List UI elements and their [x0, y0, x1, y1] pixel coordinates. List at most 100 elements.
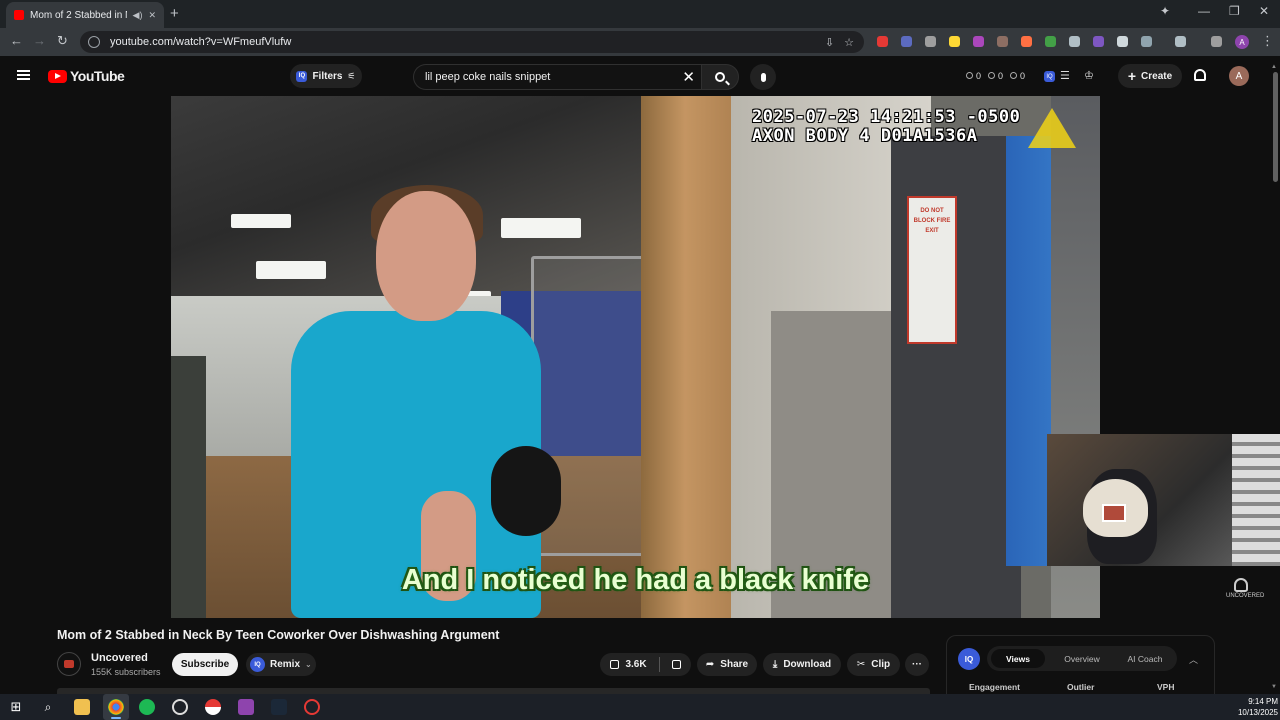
chevron-up-icon[interactable]: ︿: [1189, 653, 1198, 666]
windows-taskbar: [0, 694, 1280, 720]
forward-icon[interactable]: →: [33, 33, 46, 48]
camera-id-line: AXON BODY 4 D01A1536A: [752, 126, 978, 146]
search-query[interactable]: lil peep coke nails snippet: [425, 71, 550, 83]
system-clock[interactable]: 9:14 PM 10/13/2025: [1228, 696, 1278, 718]
plus-icon: +: [1127, 68, 1137, 84]
extension-icon[interactable]: [1069, 36, 1080, 47]
side-panel-icon[interactable]: [1175, 36, 1186, 47]
iq-icon: IQ: [296, 70, 308, 82]
subscribe-button[interactable]: Subscribe: [172, 653, 238, 676]
share-icon: ➦: [705, 659, 715, 670]
channel-avatar[interactable]: [57, 652, 81, 676]
share-button[interactable]: ➦ Share: [697, 653, 757, 676]
notifications-bell-icon[interactable]: [1194, 69, 1206, 81]
minimize-icon[interactable]: —: [1198, 4, 1210, 18]
iq-logo-icon: IQ: [958, 648, 980, 670]
spotify-icon[interactable]: [139, 699, 155, 715]
stat-item[interactable]: 0: [966, 71, 981, 81]
column-outlier: Outlier: [1067, 682, 1095, 692]
timestamp-line: 2025-07-23 14:21:53 -0500: [752, 107, 1021, 127]
list-icon[interactable]: ☰: [1060, 69, 1070, 82]
search-input[interactable]: lil peep coke nails snippet ✕: [413, 64, 701, 90]
clip-button[interactable]: ✂ Clip: [847, 653, 900, 676]
create-label: Create: [1141, 70, 1173, 82]
browser-tab[interactable]: Mom of 2 Stabbed in Neck ◀) ✕: [6, 2, 164, 28]
like-icon[interactable]: [610, 660, 620, 669]
stat-item[interactable]: 0: [988, 71, 1003, 81]
tab-overview[interactable]: Overview: [1053, 649, 1111, 668]
extension-icon[interactable]: [997, 36, 1008, 47]
browser-profile-avatar[interactable]: A: [1235, 35, 1249, 49]
obs-icon[interactable]: [172, 699, 188, 715]
address-bar[interactable]: youtube.com/watch?v=WFmeufVlufw ⇩ ☆: [80, 31, 864, 53]
search-button[interactable]: [701, 64, 739, 90]
steam-icon[interactable]: [271, 699, 287, 715]
back-icon[interactable]: ←: [10, 33, 23, 48]
scrollbar-thumb[interactable]: [1273, 72, 1278, 182]
windows-start-icon[interactable]: ⊞: [8, 699, 24, 715]
iq-tab-bar: Views Overview AI Coach: [987, 646, 1177, 671]
close-tab-icon[interactable]: ✕: [148, 10, 156, 21]
account-avatar[interactable]: A: [1229, 66, 1249, 86]
tab-title: Mom of 2 Stabbed in Neck: [30, 9, 127, 21]
reload-icon[interactable]: ↻: [57, 33, 68, 49]
extension-icon[interactable]: [1045, 36, 1056, 47]
iq-extension-icon[interactable]: IQ: [1044, 71, 1055, 82]
youtube-logo[interactable]: YouTube: [48, 68, 125, 84]
extension-icon[interactable]: [973, 36, 984, 47]
download-button[interactable]: ⤓ Download: [763, 653, 841, 676]
extension-icon[interactable]: [949, 36, 960, 47]
extension-icon[interactable]: [1021, 36, 1032, 47]
app-icon[interactable]: [304, 699, 320, 715]
app-icon[interactable]: [238, 699, 254, 715]
filters-button[interactable]: IQ Filters ⚟: [290, 64, 362, 88]
voice-search-button[interactable]: [750, 64, 776, 90]
channel-watermark[interactable]: UNCOVERED: [1226, 578, 1264, 599]
face: [376, 191, 476, 321]
like-count[interactable]: 3.6K: [625, 659, 646, 670]
like-dislike-group: 3.6K: [600, 653, 691, 676]
taskbar-active-indicator: [111, 717, 121, 719]
clear-search-icon[interactable]: ✕: [682, 68, 695, 86]
gemini-icon[interactable]: ✦: [1160, 4, 1170, 18]
bookmark-star-icon[interactable]: ☆: [844, 36, 854, 49]
taskbar-search-icon[interactable]: ⌕: [40, 699, 56, 715]
extension-icon[interactable]: [1117, 36, 1128, 47]
create-button[interactable]: + Create: [1118, 64, 1182, 88]
search-icon: [715, 72, 725, 82]
browser-menu-icon[interactable]: ⋮: [1261, 33, 1274, 49]
speaker-icon[interactable]: ◀): [133, 10, 143, 21]
stat-item[interactable]: 0: [1010, 71, 1025, 81]
restore-icon[interactable]: ❐: [1229, 4, 1240, 18]
close-window-icon[interactable]: ✕: [1259, 4, 1269, 18]
tab-views[interactable]: Views: [991, 649, 1045, 668]
extensions-puzzle-icon[interactable]: [1141, 36, 1152, 47]
new-tab-icon[interactable]: +: [170, 5, 179, 22]
install-app-icon[interactable]: ⇩: [825, 36, 834, 49]
youtube-play-icon: [48, 69, 67, 83]
bodycam-timestamp: 2025-07-23 14:21:53 -0500 AXON BODY 4 D0…: [752, 108, 1020, 146]
channel-name[interactable]: Uncovered: [91, 652, 148, 664]
dislike-icon[interactable]: [671, 660, 681, 669]
remix-button[interactable]: IQ Remix ⌄: [246, 653, 316, 676]
site-info-icon[interactable]: [88, 36, 100, 48]
extension-icon[interactable]: [1093, 36, 1104, 47]
scroll-down-icon[interactable]: ▼: [1271, 684, 1277, 690]
more-actions-button[interactable]: ···: [905, 653, 929, 676]
extension-icon[interactable]: [925, 36, 936, 47]
media-controls-icon[interactable]: [1211, 36, 1222, 47]
video-player[interactable]: DO NOT BLOCK FIRE EXIT 2025-07-23 14:21:…: [171, 96, 1100, 618]
pokeball-icon[interactable]: [205, 699, 221, 715]
trophy-icon[interactable]: ♔: [1084, 69, 1094, 82]
page-scrollbar[interactable]: [1271, 62, 1279, 692]
remix-label: Remix: [270, 659, 301, 670]
chrome-icon[interactable]: [108, 699, 124, 715]
tab-ai-coach[interactable]: AI Coach: [1117, 649, 1173, 668]
url-text[interactable]: youtube.com/watch?v=WFmeufVlufw: [110, 36, 815, 48]
video-title: Mom of 2 Stabbed in Neck By Teen Coworke…: [57, 628, 500, 642]
menu-icon[interactable]: [17, 70, 30, 80]
extension-icon[interactable]: [901, 36, 912, 47]
file-explorer-icon[interactable]: [74, 699, 90, 715]
youtube-favicon-icon: [14, 10, 24, 20]
extension-icon[interactable]: [877, 36, 888, 47]
